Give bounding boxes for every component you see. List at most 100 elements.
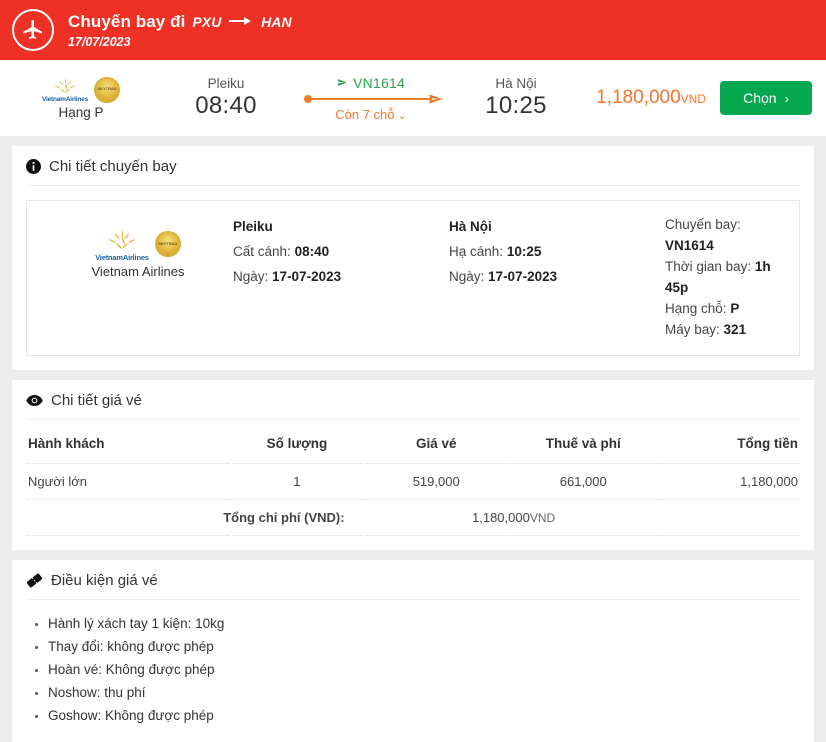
summary-class-label: Hạng P bbox=[6, 105, 156, 120]
detail-departure-date-label: Ngày: bbox=[233, 269, 268, 284]
flight-details-card: Chi tiết chuyến bay bbox=[12, 146, 814, 370]
detail-departure-city: Pleiku bbox=[233, 215, 449, 240]
fare-total-value: 1,180,000VND bbox=[367, 499, 661, 535]
vietnam-airlines-logo-icon: VietnamAirlines bbox=[95, 227, 149, 262]
skytrax-badge-label: SKYTRAX bbox=[158, 242, 177, 246]
fare-conditions-title: Điều kiện giá vé bbox=[26, 572, 800, 600]
detail-arrival-col: Hà Nội Hạ cánh: 10:25 Ngày: 17-07-2023 bbox=[449, 215, 665, 290]
fare-col-quantity: Số lượng bbox=[227, 424, 366, 464]
summary-airline: VietnamAirlines SKYTRAX Hạng P bbox=[6, 76, 156, 121]
fare-total-label: Tổng chi phí (VND): bbox=[26, 499, 367, 535]
airplane-icon bbox=[12, 9, 54, 51]
departure-time: 08:40 bbox=[156, 92, 296, 120]
detail-arrival-time-label: Hạ cánh: bbox=[449, 244, 503, 259]
route-path-graphic bbox=[296, 92, 446, 106]
flight-details-title-label: Chi tiết chuyến bay bbox=[49, 158, 177, 175]
list-item: Hành lý xách tay 1 kiện: 10kg bbox=[48, 612, 800, 635]
flight-summary-bar[interactable]: VietnamAirlines SKYTRAX Hạng P Pleiku 08… bbox=[0, 60, 826, 136]
fare-cell-quantity: 1 bbox=[227, 463, 366, 499]
detail-info-aircraft: Máy bay: 321 bbox=[665, 320, 783, 341]
seats-remaining[interactable]: Còn 7 chỗ ⌄ bbox=[296, 107, 446, 122]
detail-departure-time: Cất cánh: 08:40 bbox=[233, 240, 449, 265]
table-row: Người lớn 1 519,000 661,000 1,180,000 bbox=[26, 463, 800, 499]
fare-details-title: Chi tiết giá vé bbox=[26, 392, 800, 420]
flight-number: VN1614 bbox=[296, 75, 446, 91]
fare-table: Hành khách Số lượng Giá vé Thuế và phí T… bbox=[26, 424, 800, 536]
summary-arrival: Hà Nội 10:25 bbox=[446, 76, 586, 120]
fare-total-currency: VND bbox=[530, 511, 555, 525]
page-header: Chuyến bay đi PXU HAN 17/07/2023 bbox=[0, 0, 826, 60]
airline-wordmark: VietnamAirlines bbox=[95, 254, 149, 262]
detail-logo-row: VietnamAirlines SKYTRAX bbox=[43, 227, 233, 262]
detail-info-duration: Thời gian bay: 1h 45p bbox=[665, 257, 783, 299]
skytrax-badge-icon: SKYTRAX bbox=[94, 77, 120, 103]
ticket-icon bbox=[26, 572, 43, 589]
summary-departure: Pleiku 08:40 bbox=[156, 76, 296, 120]
small-plane-icon bbox=[337, 75, 352, 91]
fare-col-total: Tổng tiền bbox=[661, 424, 800, 464]
detail-airline-name: Vietnam Airlines bbox=[43, 264, 233, 279]
page-title: Chuyến bay đi PXU HAN bbox=[68, 11, 292, 32]
page-title-label: Chuyến bay đi bbox=[68, 12, 186, 31]
info-icon bbox=[26, 159, 41, 174]
fare-cell-total: 1,180,000 bbox=[661, 463, 800, 499]
detail-info-class-label: Hạng chỗ: bbox=[665, 301, 727, 316]
choose-button-label: Chọn bbox=[743, 90, 776, 106]
eye-icon bbox=[26, 394, 43, 407]
fare-details-title-label: Chi tiết giá vé bbox=[51, 392, 142, 409]
detail-info-class: Hạng chỗ: P bbox=[665, 299, 783, 320]
vietnam-airlines-logo-icon: VietnamAirlines bbox=[42, 76, 88, 104]
route-origin: PXU bbox=[192, 14, 221, 30]
detail-arrival-city: Hà Nội bbox=[449, 215, 665, 240]
detail-info-class-value: P bbox=[730, 301, 739, 316]
fare-conditions-list: Hành lý xách tay 1 kiện: 10kg Thay đổi: … bbox=[26, 612, 800, 728]
detail-info-aircraft-label: Máy bay: bbox=[665, 322, 720, 337]
fare-cell-base-fare: 519,000 bbox=[367, 463, 506, 499]
flight-number-label: VN1614 bbox=[353, 75, 405, 91]
summary-price-currency: VND bbox=[681, 92, 706, 106]
path-plane-icon bbox=[428, 91, 444, 112]
detail-info-aircraft-value: 321 bbox=[724, 322, 747, 337]
airline-logo-row: VietnamAirlines SKYTRAX bbox=[6, 76, 156, 104]
detail-departure-time-value: 08:40 bbox=[295, 244, 330, 259]
detail-arrival-date-label: Ngày: bbox=[449, 269, 484, 284]
flight-date: 17/07/2023 bbox=[68, 35, 292, 49]
summary-price: 1,180,000VND bbox=[586, 87, 720, 109]
detail-info-duration-label: Thời gian bay: bbox=[665, 259, 751, 274]
skytrax-badge-icon: SKYTRAX bbox=[155, 231, 181, 257]
departure-city: Pleiku bbox=[156, 76, 296, 91]
detail-info-flight-value: VN1614 bbox=[665, 238, 714, 253]
detail-arrival-date: Ngày: 17-07-2023 bbox=[449, 265, 665, 290]
choose-button[interactable]: Chọn › bbox=[720, 81, 812, 115]
detail-departure-date-value: 17-07-2023 bbox=[272, 269, 341, 284]
fare-total-spacer bbox=[661, 499, 800, 535]
arrival-city: Hà Nội bbox=[446, 76, 586, 91]
flight-details-box: VietnamAirlines SKYTRAX Vietnam Airlines… bbox=[26, 200, 800, 356]
detail-arrival-time-value: 10:25 bbox=[507, 244, 542, 259]
summary-price-value: 1,180,000 bbox=[596, 87, 681, 108]
fare-conditions-card: Điều kiện giá vé Hành lý xách tay 1 kiện… bbox=[12, 560, 814, 742]
detail-arrival-date-value: 17-07-2023 bbox=[488, 269, 557, 284]
list-item: Noshow: thu phí bbox=[48, 681, 800, 704]
summary-flight-path: VN1614 Còn 7 chỗ ⌄ bbox=[296, 75, 446, 122]
fare-col-taxes: Thuế và phí bbox=[506, 424, 661, 464]
chevron-right-icon: › bbox=[785, 91, 789, 106]
airline-wordmark: VietnamAirlines bbox=[42, 97, 88, 104]
detail-departure-date: Ngày: 17-07-2023 bbox=[233, 265, 449, 290]
fare-details-card: Chi tiết giá vé Hành khách Số lượng Giá … bbox=[12, 380, 814, 550]
arrival-time: 10:25 bbox=[446, 92, 586, 120]
chevron-down-icon[interactable]: ⌄ bbox=[398, 110, 407, 122]
list-item: Goshow: Không được phép bbox=[48, 704, 800, 727]
seats-remaining-label: Còn 7 chỗ bbox=[335, 107, 394, 122]
detail-arrival-time: Hạ cánh: 10:25 bbox=[449, 240, 665, 265]
detail-info-flight: Chuyến bay: VN1614 bbox=[665, 215, 783, 257]
detail-departure-time-label: Cất cánh: bbox=[233, 244, 291, 259]
skytrax-badge-label: SKYTRAX bbox=[97, 87, 116, 91]
detail-airline-logo: VietnamAirlines SKYTRAX Vietnam Airlines bbox=[43, 215, 233, 279]
path-line bbox=[308, 98, 432, 100]
fare-cell-taxes: 661,000 bbox=[506, 463, 661, 499]
fare-col-passenger: Hành khách bbox=[26, 424, 227, 464]
header-text-block: Chuyến bay đi PXU HAN 17/07/2023 bbox=[68, 11, 292, 49]
fare-total-row: Tổng chi phí (VND): 1,180,000VND bbox=[26, 499, 800, 535]
detail-info-flight-label: Chuyến bay: bbox=[665, 217, 741, 232]
